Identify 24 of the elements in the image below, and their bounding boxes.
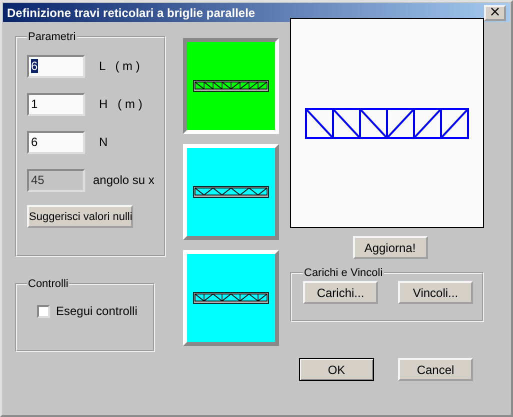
group-label: Carichi e Vincoli xyxy=(303,267,384,279)
dialog-button[interactable]: Carichi... xyxy=(303,281,378,304)
checkbox-label: Esegui controlli xyxy=(56,304,138,318)
group-label: Controlli xyxy=(27,278,70,290)
truss-type-button[interactable] xyxy=(183,38,279,134)
input-field[interactable]: 1 xyxy=(27,92,85,116)
window-title: Definizione travi reticolari a briglie parallele xyxy=(7,6,256,20)
close-button[interactable]: × xyxy=(484,4,506,20)
dialog-button[interactable]: OK xyxy=(299,358,374,381)
update-button[interactable]: Aggiorna! xyxy=(352,236,428,259)
field-label: L ( m ) xyxy=(99,59,140,73)
truss-icon xyxy=(192,292,270,304)
input-field[interactable]: 6 xyxy=(27,54,85,78)
suggest-button[interactable]: Suggerisci valori nulli xyxy=(27,205,133,228)
truss-icon xyxy=(192,186,270,198)
field-label: N xyxy=(99,135,108,149)
checkbox[interactable] xyxy=(37,304,50,318)
truss-icon xyxy=(192,80,270,92)
group-label: Parametri xyxy=(27,31,77,43)
dialog-button[interactable]: Cancel xyxy=(398,358,473,381)
field-label: H ( m ) xyxy=(99,97,142,111)
dialog-button[interactable]: Vincoli... xyxy=(398,281,473,304)
field-label: angolo su x xyxy=(93,173,154,187)
input-field[interactable]: 6 xyxy=(27,130,85,154)
